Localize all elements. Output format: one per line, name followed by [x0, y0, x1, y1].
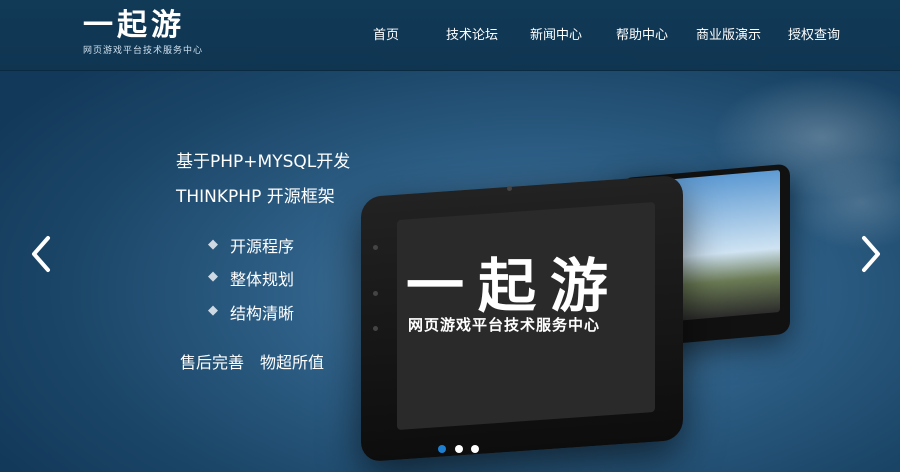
screen-logo-title: 一起游 — [406, 252, 623, 320]
diamond-bullet-icon: ◆ — [208, 237, 218, 252]
top-header: 一起游 网页游戏平台技术服务中心 首页 技术论坛 新闻中心 帮助中心 商业版演示… — [0, 0, 900, 71]
next-slide-button[interactable] — [856, 234, 884, 274]
diamond-bullet-icon: ◆ — [208, 303, 218, 318]
chevron-right-icon — [862, 236, 880, 272]
banner-tagline: 售后完善 物超所值 — [180, 353, 325, 372]
nav-item-demo[interactable]: 商业版演示 — [696, 24, 761, 43]
screen-logo-subtitle: 网页游戏平台技术服务中心 — [408, 316, 601, 334]
hero-banner: 基于PHP+MYSQL开发 THINKPHP 开源框架 ◆ 开源程序 ◆ 整体规… — [0, 71, 900, 472]
nav-item-news[interactable]: 新闻中心 — [530, 24, 582, 43]
tablet-button — [373, 291, 378, 296]
nav-item-help[interactable]: 帮助中心 — [616, 24, 668, 43]
nav-item-license-query[interactable]: 授权查询 — [788, 24, 840, 43]
feature-item: 开源程序 — [230, 237, 295, 256]
slide-dot[interactable] — [455, 445, 463, 453]
prev-slide-button[interactable] — [28, 234, 56, 274]
tablet-button — [373, 245, 378, 250]
feature-item: 结构清晰 — [230, 304, 295, 323]
diamond-bullet-icon: ◆ — [208, 269, 218, 284]
banner-headline-2: THINKPHP 开源框架 — [176, 187, 335, 207]
nav-item-forum[interactable]: 技术论坛 — [446, 24, 498, 43]
nav-item-home[interactable]: 首页 — [373, 24, 399, 43]
logo-subtitle: 网页游戏平台技术服务中心 — [83, 46, 204, 56]
chevron-left-icon — [32, 236, 50, 272]
slide-dot[interactable] — [471, 445, 479, 453]
banner-headline-1: 基于PHP+MYSQL开发 — [176, 152, 351, 172]
logo-title: 一起游 — [83, 8, 185, 43]
slide-dot-active[interactable] — [438, 445, 446, 453]
site-logo[interactable]: 一起游 网页游戏平台技术服务中心 — [83, 8, 203, 56]
tablet-button — [373, 326, 378, 331]
tablet-camera — [507, 186, 512, 191]
feature-item: 整体规划 — [230, 270, 295, 289]
